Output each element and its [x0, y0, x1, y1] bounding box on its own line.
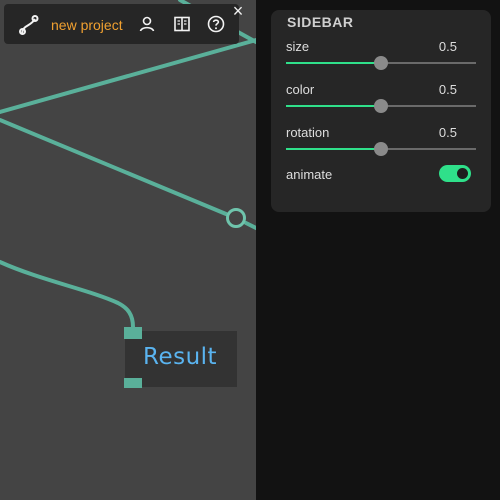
- wire-connector-handle[interactable]: [226, 208, 246, 228]
- sidebar-title: SIDEBAR: [287, 14, 354, 30]
- node-input-port[interactable]: [124, 327, 142, 339]
- slider-thumb[interactable]: [374, 142, 388, 156]
- sidebar-panel: SIDEBAR size 0.5 color 0.5 rotation 0.5 …: [271, 10, 491, 212]
- toolbar: new project: [4, 4, 239, 44]
- slider-thumb[interactable]: [374, 56, 388, 70]
- animate-label: animate: [286, 167, 333, 182]
- size-label: size: [286, 39, 310, 54]
- color-value: 0.5: [438, 82, 457, 97]
- animate-toggle[interactable]: [439, 165, 471, 182]
- project-name[interactable]: new project: [51, 17, 123, 33]
- wire: [0, 38, 256, 114]
- help-icon[interactable]: [206, 14, 226, 34]
- color-slider[interactable]: [286, 99, 476, 113]
- slider-fill: [286, 105, 381, 107]
- rotation-label: rotation: [286, 125, 330, 140]
- node-output-port[interactable]: [124, 378, 142, 388]
- rotation-slider[interactable]: [286, 142, 476, 156]
- size-value: 0.5: [438, 39, 457, 54]
- user-icon[interactable]: [137, 14, 157, 34]
- book-icon[interactable]: [172, 14, 192, 34]
- wire: [244, 221, 256, 230]
- wire: [0, 260, 135, 329]
- slider-fill: [286, 148, 381, 150]
- slider-thumb[interactable]: [374, 99, 388, 113]
- size-slider[interactable]: [286, 56, 476, 70]
- rotation-value: 0.5: [438, 125, 457, 140]
- toggle-knob: [457, 168, 468, 179]
- node-label: Result: [143, 344, 218, 370]
- wires: [0, 0, 256, 329]
- node-canvas[interactable]: new project × Result: [0, 0, 256, 500]
- wire: [0, 118, 228, 216]
- slider-fill: [286, 62, 381, 64]
- close-icon[interactable]: ×: [229, 2, 247, 20]
- color-label: color: [286, 82, 315, 97]
- curve-logo-icon[interactable]: [18, 14, 40, 36]
